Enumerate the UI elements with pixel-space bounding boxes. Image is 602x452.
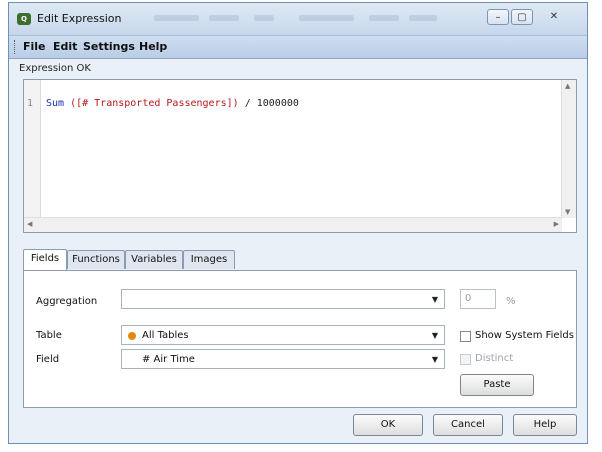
horizontal-scrollbar[interactable]: ◀ ▶ [24,217,562,232]
code-function: Sum [46,98,65,109]
paste-button[interactable]: Paste [460,374,534,396]
tab-variables[interactable]: Variables [125,250,183,269]
menu-help[interactable]: Help [139,40,167,53]
menu-bar: File Edit Settings Help [9,35,587,59]
field-select[interactable]: # Air Time ▼ [121,349,445,369]
menu-grip [14,40,17,54]
distinct-label: Distinct [475,353,514,364]
distinct-checkbox[interactable] [460,354,471,365]
close-button[interactable]: ✕ [543,9,565,25]
field-label: Field [36,354,60,365]
table-value: All Tables [142,330,189,341]
aggregation-label: Aggregation [36,296,98,307]
tab-images[interactable]: Images [183,250,235,269]
ok-button[interactable]: OK [353,414,423,436]
menu-edit[interactable]: Edit [53,40,77,53]
menu-file[interactable]: File [23,40,46,53]
background-window-blur [369,15,399,21]
background-window-blur [299,15,354,21]
minimize-button[interactable]: – [487,9,509,25]
title-bar[interactable]: Q Edit Expression – ▢ ✕ [9,3,587,35]
background-window-blur [154,15,199,21]
window-title: Edit Expression [37,12,122,25]
show-system-fields-checkbox[interactable] [460,331,471,342]
expression-editor[interactable]: 1 Sum ([# Transported Passengers]) / 100… [23,79,577,233]
tab-functions[interactable]: Functions [67,250,125,269]
table-select[interactable]: All Tables ▼ [121,325,445,345]
code-field: ([# Transported Passengers]) [64,98,239,109]
expression-code[interactable]: Sum ([# Transported Passengers]) / 10000… [46,98,299,109]
background-window-blur [409,15,437,21]
line-number: 1 [27,98,34,109]
scroll-up-icon[interactable]: ▲ [565,82,570,90]
line-gutter: 1 [24,80,41,218]
help-button[interactable]: Help [513,414,577,436]
edit-expression-dialog: Q Edit Expression – ▢ ✕ File Edit Settin… [8,2,588,444]
chevron-down-icon: ▼ [431,355,438,364]
percent-input[interactable]: 0 [460,289,496,309]
percent-unit: % [506,296,516,307]
cancel-button[interactable]: Cancel [433,414,503,436]
expression-status: Expression OK [19,63,91,74]
scroll-left-icon[interactable]: ◀ [27,220,32,228]
aggregation-select[interactable]: ▼ [121,289,445,309]
table-label: Table [36,330,62,341]
app-icon: Q [17,13,31,25]
maximize-button[interactable]: ▢ [511,9,533,25]
code-rest: / 1000000 [238,98,299,109]
chevron-down-icon: ▼ [431,331,438,340]
tab-fields[interactable]: Fields [23,249,67,270]
fields-panel: Aggregation ▼ 0 % Table All Tables ▼ Sho… [23,270,577,408]
chevron-down-icon: ▼ [431,295,438,304]
show-system-fields-label: Show System Fields [475,330,574,341]
table-dot-icon [128,332,136,340]
vertical-scrollbar[interactable]: ▲ ▼ [561,80,576,218]
scroll-down-icon[interactable]: ▼ [565,208,570,216]
menu-settings[interactable]: Settings [83,40,135,53]
background-window-blur [254,15,274,21]
scroll-right-icon[interactable]: ▶ [554,220,559,228]
field-value: # Air Time [142,354,195,365]
background-window-blur [209,15,239,21]
